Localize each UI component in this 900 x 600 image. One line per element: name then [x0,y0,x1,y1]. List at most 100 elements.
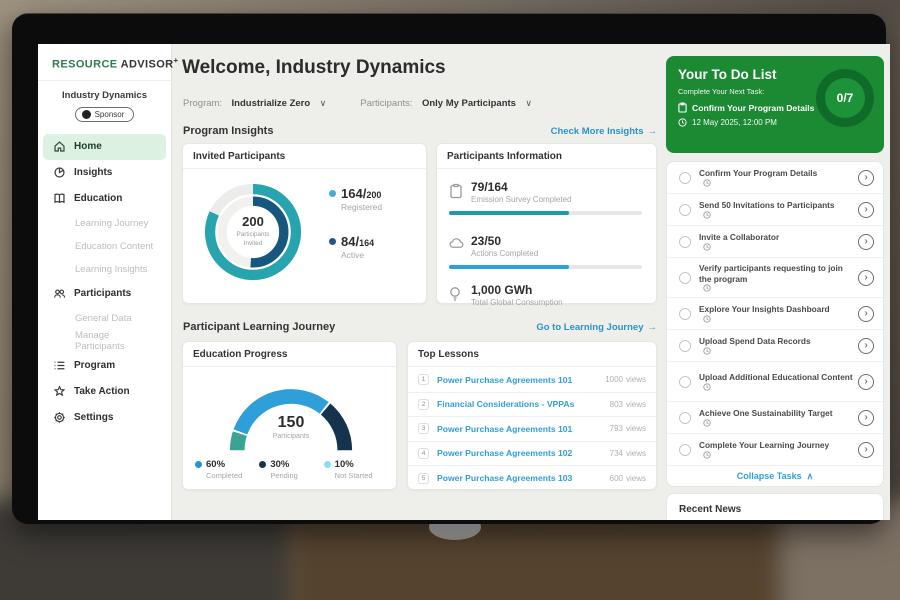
gauge-legend: 60% Completed 30% Pending 10% Not Starte… [195,459,388,480]
sidebar-item-insights[interactable]: Insights [43,160,166,186]
logo-advisor: ADVISOR [121,59,174,71]
lesson-link[interactable]: Financial Considerations - VPPAs [437,399,607,409]
lesson-row: 5 Power Purchase Agreements 103 600views [408,466,656,491]
settings-icon [53,411,66,424]
sidebar-item-home[interactable]: Home [43,134,166,160]
stat-label: Actions Completed [471,249,642,258]
sidebar-item-learning-insights[interactable]: Learning Insights [43,258,166,281]
sidebar-item-take-action[interactable]: Take Action [43,379,166,405]
sidebar-item-label: Participants [74,288,131,299]
sidebar-item-education-content[interactable]: Education Content [43,235,166,258]
task-checkbox[interactable] [679,340,691,352]
next-task-label: Confirm Your Program Details [692,103,814,113]
sidebar-item-label: Education Content [75,241,153,252]
task-checkbox[interactable] [679,204,691,216]
legend-label: Active [341,250,382,260]
lesson-link[interactable]: Power Purchase Agreements 102 [437,448,607,458]
task-open-button[interactable]: › [858,442,874,458]
link-label: Check More Insights [551,126,644,137]
education-icon [53,192,66,205]
legend-label: Completed [206,471,259,480]
page-title: Welcome, Industry Dynamics [182,57,446,79]
collapse-tasks-link[interactable]: Collapse Tasks ∧ [667,466,883,486]
todo-progress-badge: 0/7 [816,69,874,127]
participants-information-card: Participants Information 79/164 Emission… [436,143,657,304]
program-filter-value: Industrialize Zero [232,98,311,109]
card-title: Education Progress [183,342,396,367]
todo-task-list: Confirm Your Program Details › Send 50 I… [666,161,884,487]
program-filter[interactable]: Program: Industrialize Zero ∨ [183,93,326,111]
rank-badge: 1 [418,374,429,385]
pending-dot-icon [259,461,266,468]
org-name: Industry Dynamics [38,90,171,101]
sidebar-item-participants[interactable]: Participants [43,281,166,307]
gauge-center: 150 Participants [207,414,375,440]
sidebar-item-learning-journey[interactable]: Learning Journey [43,212,166,235]
chevron-down-icon: ∨ [525,98,532,108]
task-open-button[interactable]: › [858,374,874,390]
task-open-button[interactable]: › [858,234,874,250]
education-progress-gauge: 150 Participants [207,372,375,460]
monitor-bezel: RESOURCE ADVISOR+ Industry Dynamics Spon… [12,13,886,524]
legend-pending: 30% Pending [259,459,323,480]
task-label: Achieve One Sustainability Target [699,408,833,418]
lesson-link[interactable]: Power Purchase Agreements 103 [437,473,607,483]
task-open-button[interactable]: › [858,338,874,354]
card-title: Invited Participants [183,144,426,169]
task-checkbox[interactable] [679,412,691,424]
info-icon [703,211,711,219]
link-label: Go to Learning Journey [536,322,643,333]
task-open-button[interactable]: › [858,306,874,322]
sidebar-item-label: Settings [74,412,113,423]
sidebar-item-label: Education [74,193,122,204]
sidebar-item-manage-participants[interactable]: Manage Participants [43,330,166,353]
sidebar-item-program[interactable]: Program [43,353,166,379]
stat-label: Total Global Consumption [471,298,642,307]
task-checkbox[interactable] [679,236,691,248]
sponsor-badge[interactable]: Sponsor [75,107,135,122]
arrow-right-icon: → [648,322,658,333]
lesson-row: 3 Power Purchase Agreements 101 793views [408,417,656,442]
program-insights-section-header: Program Insights Check More Insights→ [183,125,657,137]
task-checkbox[interactable] [679,308,691,320]
task-open-button[interactable]: › [858,410,874,426]
donut-center: 200 Participants Invited [225,204,281,260]
program-filter-label: Program: [183,98,222,109]
task-checkbox[interactable] [679,376,691,388]
participants-count-label: Participants [207,433,375,440]
task-row: Send 50 Invitations to Participants › [667,194,883,226]
invited-participants-donut: 200 Participants Invited [197,176,309,288]
sidebar-item-settings[interactable]: Settings [43,405,166,431]
card-title: Top Lessons [408,342,656,367]
task-checkbox[interactable] [679,172,691,184]
go-to-learning-journey-link[interactable]: Go to Learning Journey → [536,322,657,333]
sidebar-nav: Home Insights Education Learning Journey… [38,130,171,431]
task-checkbox[interactable] [679,444,691,456]
lesson-row: 4 Power Purchase Agreements 102 734views [408,442,656,467]
invited-count: 200 [225,214,281,229]
sidebar-item-education[interactable]: Education [43,186,166,212]
participants-filter[interactable]: Participants: Only My Participants ∨ [360,93,532,111]
rank-badge: 4 [418,448,429,459]
take-action-icon [53,385,66,398]
task-open-button[interactable]: › [858,170,874,186]
check-more-insights-link[interactable]: Check More Insights → [551,126,657,137]
learning-journey-section-header: Participant Learning Journey Go to Learn… [183,321,657,333]
task-row: Upload Additional Educational Content › [667,362,883,402]
lesson-link[interactable]: Power Purchase Agreements 101 [437,424,607,434]
legend-registered: 164/200 Registered [329,186,382,212]
invited-count-label: Participants Invited [225,231,281,248]
sidebar-item-label: Program [74,360,115,371]
task-label: Upload Spend Data Records [699,336,811,346]
sidebar: RESOURCE ADVISOR+ Industry Dynamics Spon… [38,44,172,520]
task-open-button[interactable]: › [858,270,874,286]
lesson-list: 1 Power Purchase Agreements 101 1000view… [408,368,656,491]
task-open-button[interactable]: › [858,202,874,218]
arrow-right-icon: → [648,126,658,137]
info-icon [703,451,711,459]
chevron-down-icon: ∨ [320,98,327,108]
actions-icon [449,237,464,250]
sidebar-item-general-data[interactable]: General Data [43,307,166,330]
task-checkbox[interactable] [679,272,691,284]
lesson-link[interactable]: Power Purchase Agreements 101 [437,375,602,385]
